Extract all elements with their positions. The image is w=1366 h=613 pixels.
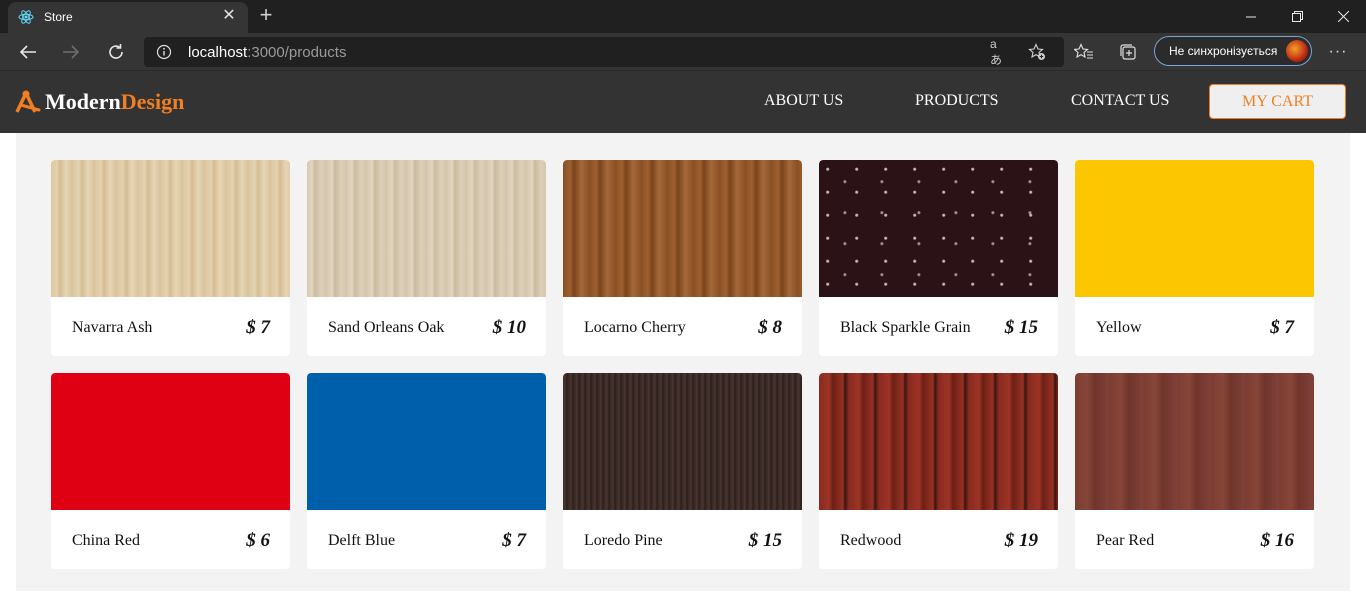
info-icon[interactable] [156,44,172,60]
product-price: $ 6 [246,530,270,551]
product-image[interactable] [51,373,290,510]
nav-products[interactable]: PRODUCTS [915,92,999,110]
logo-icon [15,90,41,113]
product-card[interactable]: Delft Blue $ 7 [307,373,546,569]
url-path: :3000/products [247,44,347,61]
restore-icon[interactable] [1274,0,1320,33]
close-tab-icon[interactable]: ✕ [220,7,238,25]
product-name: Yellow [1096,319,1142,336]
product-name: China Red [72,532,140,549]
tab-title: Store [44,10,73,24]
product-name: Locarno Cherry [584,319,686,336]
browser-toolbar: localhost:3000/products aあ Не синхронізу… [0,33,1366,71]
collections-icon[interactable] [1118,42,1138,62]
product-card[interactable]: Black Sparkle Grain $ 15 [819,160,1058,356]
product-image[interactable] [819,373,1058,510]
close-window-icon[interactable] [1320,0,1366,33]
avatar [1286,40,1308,62]
logo[interactable]: ModernDesign [15,85,184,119]
back-arrow-icon[interactable] [17,41,39,63]
product-card[interactable]: Yellow $ 7 [1075,160,1314,356]
logo-text-design: Design [120,89,185,114]
product-price: $ 15 [1004,317,1038,338]
product-price: $ 15 [748,530,782,551]
read-aloud-icon[interactable]: aあ [990,37,1008,67]
product-image[interactable] [1075,160,1314,297]
profile-sync-label: Не синхронізується [1169,44,1278,58]
favorites-icon[interactable] [1074,42,1094,62]
product-price: $ 19 [1004,530,1038,551]
product-name: Delft Blue [328,532,396,549]
product-price: $ 7 [246,317,270,338]
address-bar[interactable]: localhost:3000/products aあ [144,37,1064,67]
profile-button[interactable]: Не синхронізується [1154,36,1312,66]
product-name: Black Sparkle Grain [840,319,971,336]
product-image[interactable] [819,160,1058,297]
site-header: ModernDesign ABOUT US PRODUCTS CONTACT U… [0,71,1366,133]
reload-icon[interactable] [105,41,127,63]
product-name: Redwood [840,532,902,549]
product-image[interactable] [1075,373,1314,510]
product-name: Loredo Pine [584,532,663,549]
product-card[interactable]: Navarra Ash $ 7 [51,160,290,356]
logo-text-modern: Modern [45,89,121,114]
product-name: Sand Orleans Oak [328,319,445,336]
nav-about-us[interactable]: ABOUT US [764,92,843,110]
minimize-icon[interactable] [1228,0,1274,33]
product-card[interactable]: Loredo Pine $ 15 [563,373,802,569]
product-price: $ 16 [1260,530,1294,551]
product-grid: Navarra Ash $ 7 Sand Orleans Oak $ 10 Lo… [51,160,1314,569]
product-price: $ 10 [492,317,526,338]
product-card[interactable]: China Red $ 6 [51,373,290,569]
nav-contact-us[interactable]: CONTACT US [1071,92,1169,110]
product-card[interactable]: Redwood $ 19 [819,373,1058,569]
more-options-icon[interactable]: ··· [1328,42,1348,62]
product-card[interactable]: Locarno Cherry $ 8 [563,160,802,356]
react-icon [18,10,34,24]
add-favorite-icon[interactable] [1028,43,1046,61]
product-price: $ 8 [758,317,782,338]
product-card[interactable]: Pear Red $ 16 [1075,373,1314,569]
product-name: Navarra Ash [72,319,153,336]
browser-tab-bar: Store ✕ + [0,0,1366,33]
product-card[interactable]: Sand Orleans Oak $ 10 [307,160,546,356]
product-image[interactable] [563,160,802,297]
browser-tab[interactable]: Store ✕ [8,2,248,33]
url-text: localhost:3000/products [188,44,346,61]
forward-arrow-icon[interactable] [60,41,82,63]
product-price: $ 7 [1270,317,1294,338]
logo-text: ModernDesign [45,89,184,115]
product-price: $ 7 [502,530,526,551]
url-host: localhost [188,44,248,61]
product-image[interactable] [307,373,546,510]
new-tab-icon[interactable]: + [256,4,276,26]
my-cart-button[interactable]: MY CART [1209,84,1346,119]
product-image[interactable] [51,160,290,297]
product-name: Pear Red [1096,532,1155,549]
product-image[interactable] [307,160,546,297]
product-image[interactable] [563,373,802,510]
products-section: Navarra Ash $ 7 Sand Orleans Oak $ 10 Lo… [16,133,1350,591]
